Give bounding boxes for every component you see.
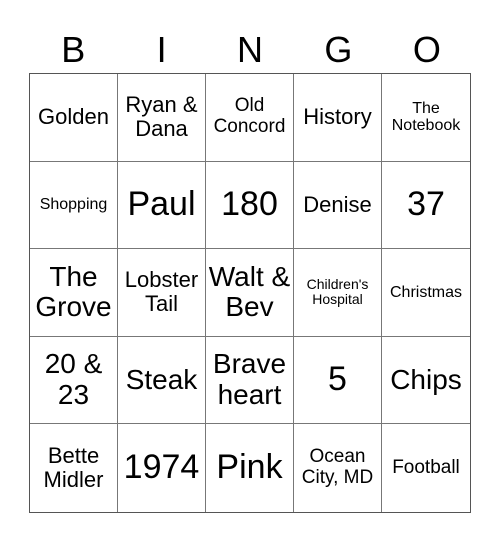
bingo-cell[interactable]: Bette Midler [30, 424, 118, 512]
bingo-cell[interactable]: 1974 [118, 424, 206, 512]
bingo-cell[interactable]: Denise [294, 161, 382, 250]
header-letter-o: O [412, 29, 441, 70]
bingo-cell[interactable]: 180 [206, 161, 294, 250]
bingo-cell[interactable]: Shopping [30, 161, 118, 250]
bingo-cell[interactable]: Walt & Bev [206, 249, 294, 337]
bingo-cell[interactable]: Ryan & Dana [118, 74, 206, 162]
bingo-cell[interactable]: Lobster Tail [118, 249, 206, 337]
bingo-cell[interactable]: Ocean City, MD [294, 424, 382, 512]
bingo-cell[interactable]: 37 [382, 162, 470, 250]
bingo-card-grid: Golden Ryan & Dana Old Concord History T… [29, 73, 471, 513]
bingo-header: B I N G O [29, 28, 471, 72]
bingo-cell[interactable]: Football [382, 424, 470, 512]
header-letter-n: N [237, 29, 264, 70]
header-letter-b: B [61, 29, 86, 70]
bingo-cell[interactable]: Golden [30, 74, 118, 162]
bingo-cell[interactable]: Steak [118, 336, 206, 425]
bingo-cell[interactable]: 5 [294, 336, 382, 425]
bingo-cell[interactable]: Children's Hospital [294, 249, 382, 337]
bingo-cell[interactable]: Pink [206, 424, 294, 512]
bingo-cell[interactable]: Old Concord [206, 74, 294, 162]
bingo-cell[interactable]: Brave heart [206, 336, 294, 425]
bingo-cell[interactable]: Christmas [382, 249, 470, 337]
bingo-cell[interactable]: History [294, 74, 382, 162]
bingo-cell[interactable]: Paul [118, 161, 206, 250]
header-letter-i: I [156, 29, 167, 70]
header-letter-g: G [324, 29, 353, 70]
bingo-cell[interactable]: Chips [382, 337, 470, 425]
bingo-cell[interactable]: The Grove [30, 249, 118, 337]
bingo-cell[interactable]: The Notebook [382, 74, 470, 162]
bingo-cell[interactable]: 20 & 23 [30, 336, 118, 425]
